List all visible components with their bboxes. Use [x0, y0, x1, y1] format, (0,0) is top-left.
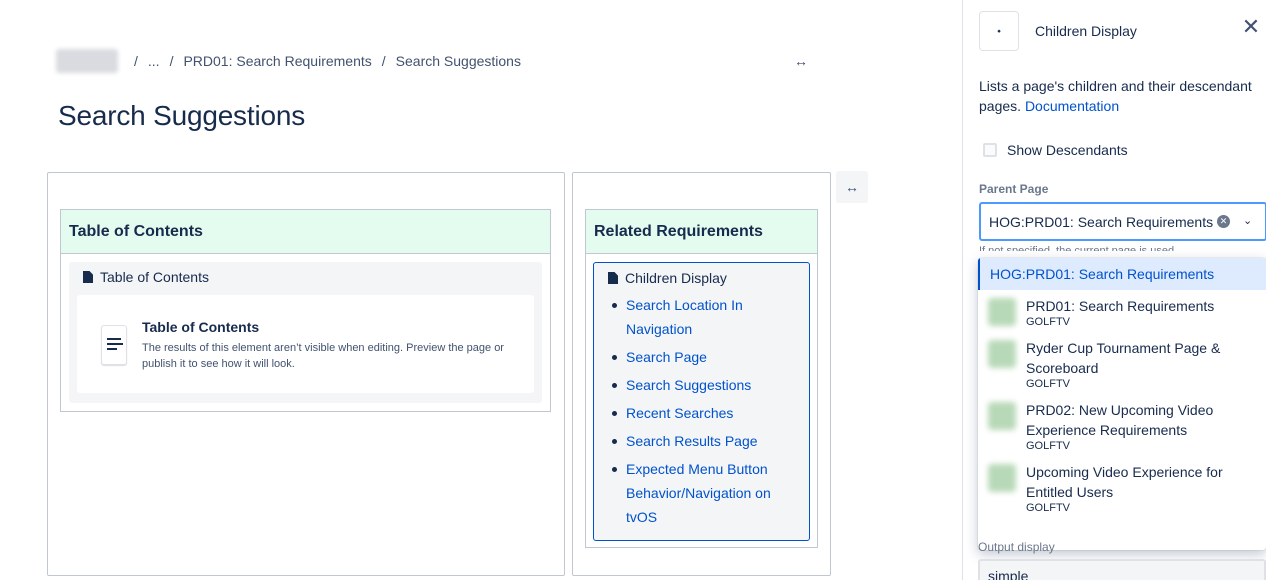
breadcrumb-ellipsis[interactable]: ...	[148, 53, 160, 69]
panel-heading[interactable]: Table of Contents	[61, 210, 550, 254]
document-icon	[608, 272, 618, 284]
breadcrumb-separator: /	[134, 53, 138, 69]
sidebar-title: Children Display	[1035, 23, 1137, 39]
output-display-value: simple	[988, 568, 1029, 580]
dropdown-option-selected[interactable]: HOG:PRD01: Search Requirements	[978, 258, 1266, 290]
dropdown-option[interactable]: PRD01: Search Requirements GOLFTV	[978, 290, 1266, 328]
option-space: GOLFTV	[1026, 378, 1071, 390]
show-descendants-label[interactable]: Show Descendants	[1007, 142, 1128, 158]
child-page-link[interactable]: Recent Searches	[608, 401, 801, 425]
breadcrumb-separator: /	[169, 53, 174, 69]
space-avatar	[988, 402, 1016, 430]
macro-icon: ⬩	[979, 11, 1019, 51]
option-space: GOLFTV	[1026, 502, 1071, 514]
breadcrumb-space-blurred[interactable]	[56, 49, 118, 73]
show-descendants-row[interactable]: Show Descendants	[983, 142, 1128, 158]
child-page-link[interactable]: Search Page	[608, 345, 801, 369]
option-title: Ryder Cup Tournament Page & Scoreboard	[1026, 340, 1221, 376]
option-space: GOLFTV	[1026, 440, 1071, 452]
child-page-link[interactable]: Expected Menu Button Behavior/Navigation…	[608, 457, 801, 529]
macro-placeholder-card: Table of Contents The results of this el…	[77, 295, 534, 393]
macro-title-bar: Table of Contents	[69, 262, 542, 292]
layout-column-left[interactable]: Table of Contents Table of Contents Tabl…	[47, 172, 565, 576]
panel-related-requirements[interactable]: Related Requirements Children Display Se…	[585, 209, 818, 548]
placeholder-title: Table of Contents	[142, 319, 260, 335]
placeholder-description: The results of this element aren’t visib…	[142, 342, 504, 370]
documentation-link[interactable]: Documentation	[1025, 98, 1119, 114]
show-descendants-checkbox[interactable]	[983, 143, 997, 157]
chevron-down-icon[interactable]: ⌄	[1243, 214, 1252, 227]
parent-page-help: If not specified, the current page is us…	[979, 245, 1175, 251]
breadcrumb: / ... / PRD01: Search Requirements / Sea…	[56, 49, 521, 73]
parent-page-value: HOG:PRD01: Search Requirements	[989, 213, 1214, 230]
page-width-toggle-icon[interactable]: ↔	[786, 49, 816, 73]
clear-icon[interactable]: ✕	[1217, 215, 1230, 228]
parent-page-dropdown: HOG:PRD01: Search Requirements PRD01: Se…	[978, 258, 1266, 550]
parent-page-select[interactable]: HOG:PRD01: Search Requirements ✕ ⌄	[979, 202, 1266, 241]
sidebar-description: Lists a page's children and their descen…	[979, 76, 1259, 116]
dropdown-option[interactable]: Upcoming Video Experience for Entitled U…	[978, 452, 1266, 514]
option-space: GOLFTV	[1026, 316, 1071, 328]
document-icon	[83, 271, 93, 283]
macro-title: Children Display	[625, 270, 727, 286]
parent-page-label: Parent Page	[979, 182, 1049, 196]
breadcrumb-parent-link[interactable]: PRD01: Search Requirements	[183, 53, 371, 69]
page-title[interactable]: Search Suggestions	[58, 100, 305, 132]
option-title: Upcoming Video Experience for Entitled U…	[1026, 464, 1223, 500]
space-avatar	[988, 464, 1016, 492]
breadcrumb-current[interactable]: Search Suggestions	[396, 53, 521, 69]
output-display-select[interactable]: simple	[978, 559, 1266, 580]
dropdown-option[interactable]: PRD02: New Upcoming Video Experience Req…	[978, 390, 1266, 452]
panel-table-of-contents[interactable]: Table of Contents Table of Contents Tabl…	[60, 209, 551, 412]
children-list: Search Location In Navigation Search Pag…	[594, 293, 809, 529]
dropdown-option[interactable]: Ryder Cup Tournament Page & Scoreboard G…	[978, 328, 1266, 390]
child-page-link[interactable]: Search Results Page	[608, 429, 801, 453]
toc-macro[interactable]: Table of Contents Table of Contents The …	[69, 262, 542, 403]
output-display-label: Output display	[978, 540, 1055, 554]
close-icon[interactable]: ✕	[1239, 16, 1263, 40]
children-display-macro[interactable]: Children Display Search Location In Navi…	[593, 262, 810, 541]
option-title: PRD01: Search Requirements	[1026, 298, 1215, 314]
table-of-contents-icon	[101, 325, 127, 365]
option-title: PRD02: New Upcoming Video Experience Req…	[1026, 402, 1214, 438]
panel-heading[interactable]: Related Requirements	[586, 210, 817, 254]
breadcrumb-separator: /	[381, 53, 386, 69]
layout-column-right[interactable]: Related Requirements Children Display Se…	[572, 172, 831, 576]
macro-title: Table of Contents	[100, 269, 209, 285]
child-page-link[interactable]: Search Suggestions	[608, 373, 801, 397]
space-avatar	[988, 298, 1016, 326]
macro-title-bar: Children Display	[594, 263, 809, 293]
column-width-toggle-icon[interactable]: ↔	[836, 171, 868, 203]
child-page-link[interactable]: Search Location In Navigation	[608, 293, 801, 341]
space-avatar	[988, 340, 1016, 368]
